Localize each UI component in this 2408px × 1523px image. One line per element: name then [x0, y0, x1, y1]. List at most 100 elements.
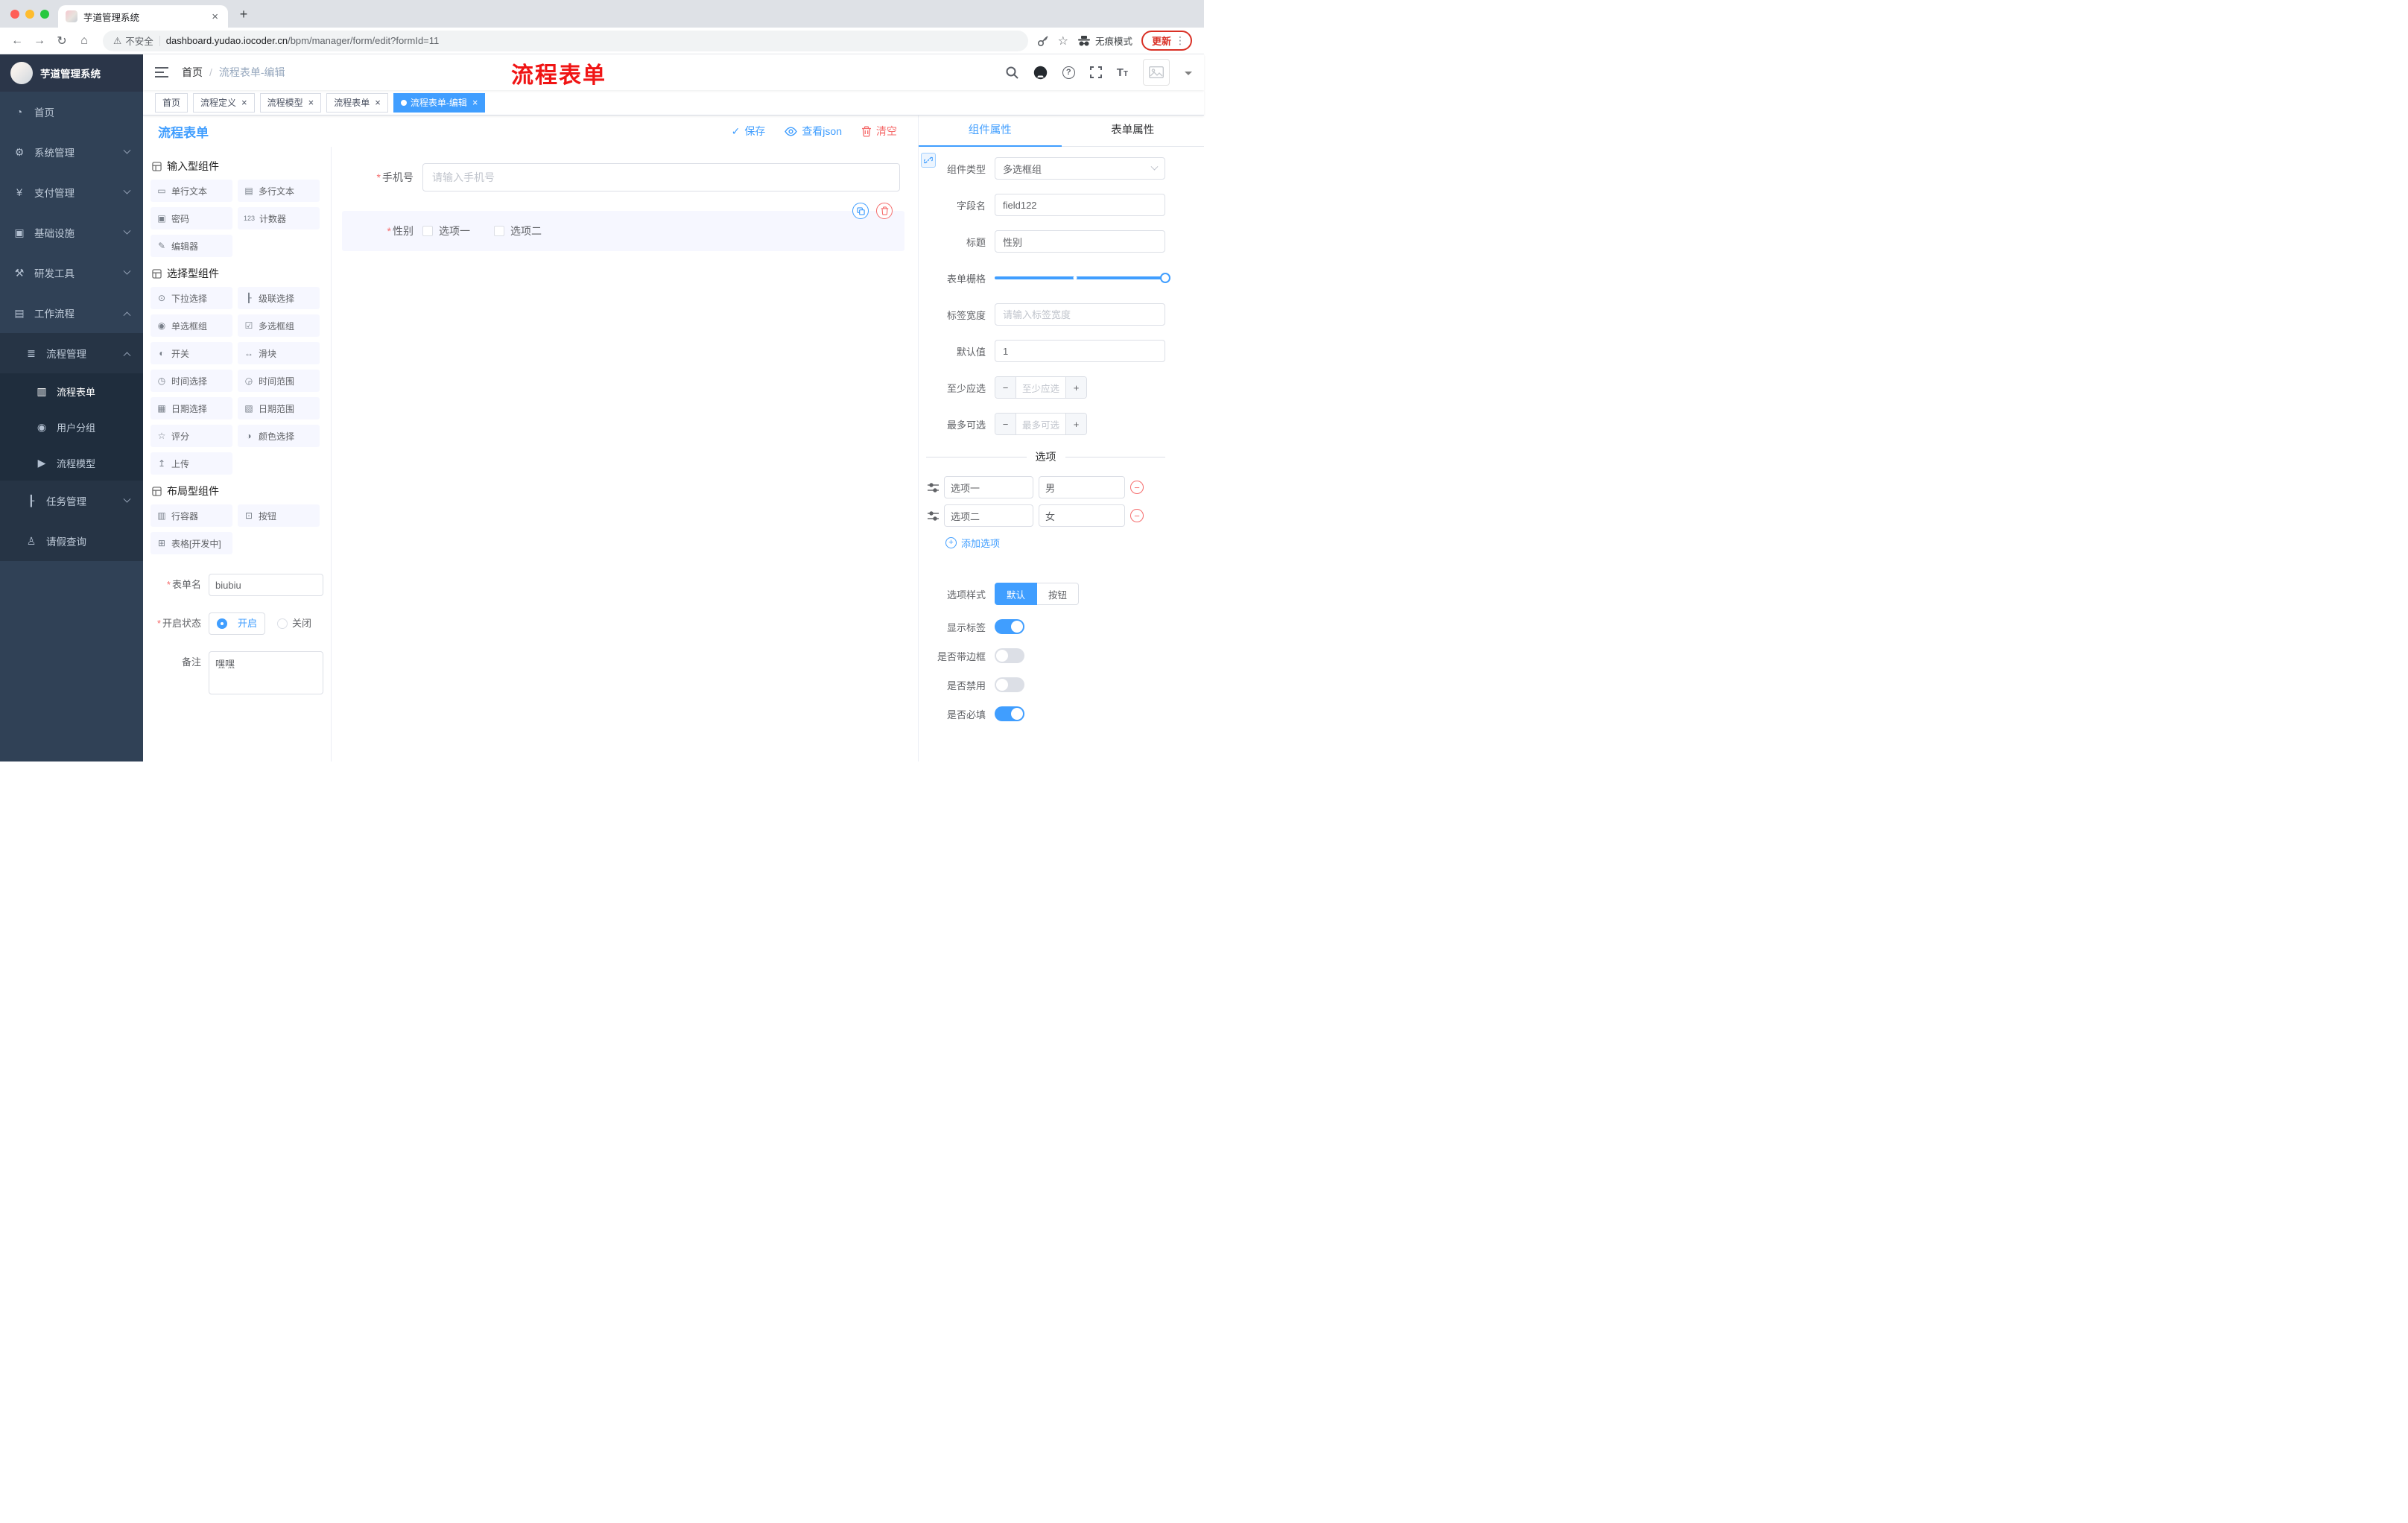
sidebar-item-workflow[interactable]: ▤ 工作流程 — [0, 293, 143, 333]
palette-item-time-range[interactable]: ◶ 时间范围 — [238, 370, 320, 392]
tag-home[interactable]: 首页 — [155, 92, 188, 113]
stepper-value[interactable]: 至少应选 — [1016, 377, 1065, 398]
palette-item-counter[interactable]: 123 计数器 — [238, 207, 320, 229]
link-icon[interactable] — [921, 153, 936, 168]
github-icon[interactable] — [1033, 66, 1048, 80]
form-remark-textarea[interactable]: 嘿嘿 — [209, 651, 323, 694]
style-default-button[interactable]: 默认 — [995, 583, 1038, 605]
label-width-input[interactable] — [995, 303, 1165, 326]
slider-handle[interactable] — [1160, 273, 1170, 283]
drag-handle-icon[interactable] — [928, 510, 939, 521]
tag-process-definition[interactable]: 流程定义 × — [193, 92, 255, 113]
palette-item-password[interactable]: ▣ 密码 — [150, 207, 232, 229]
clear-button[interactable]: 清空 — [861, 124, 897, 139]
sidebar-item-payment[interactable]: ¥ 支付管理 — [0, 172, 143, 212]
key-icon[interactable] — [1037, 35, 1049, 47]
decrease-button[interactable]: − — [995, 414, 1016, 434]
tab-component-props[interactable]: 组件属性 — [919, 115, 1062, 147]
tag-close-icon[interactable]: × — [241, 98, 247, 107]
title-input[interactable] — [995, 230, 1165, 253]
forward-button[interactable]: → — [30, 31, 49, 51]
chrome-update-button[interactable]: 更新 ⋮ — [1141, 31, 1192, 51]
tag-close-icon[interactable]: × — [472, 98, 478, 107]
option-label-input[interactable] — [944, 504, 1033, 527]
palette-item-color-picker[interactable]: ◑ 颜色选择 — [238, 425, 320, 447]
palette-item-time-picker[interactable]: ◷ 时间选择 — [150, 370, 232, 392]
tab-form-props[interactable]: 表单属性 — [1062, 115, 1205, 146]
option-value-input[interactable] — [1039, 504, 1125, 527]
option-label-input[interactable] — [944, 476, 1033, 498]
add-option-button[interactable]: + 添加选项 — [945, 536, 1165, 550]
window-close-button[interactable] — [10, 10, 19, 19]
fullscreen-icon[interactable] — [1089, 66, 1102, 78]
status-radio-off[interactable]: 关闭 — [276, 612, 311, 635]
remove-option-button[interactable]: − — [1130, 481, 1144, 494]
window-zoom-button[interactable] — [40, 10, 49, 19]
phone-input[interactable] — [422, 163, 900, 191]
palette-item-upload[interactable]: ↥ 上传 — [150, 452, 232, 475]
sidebar-item-process-form[interactable]: ▥ 流程表单 — [0, 373, 143, 409]
browser-tab[interactable]: 芋道管理系统 × — [58, 5, 228, 28]
component-type-select[interactable]: 多选框组 — [995, 157, 1165, 180]
status-radio-on[interactable]: 开启 — [209, 612, 265, 635]
field-phone[interactable]: * 手机号 — [342, 163, 907, 191]
view-json-button[interactable]: 查看json — [785, 124, 842, 139]
sidebar-item-home[interactable]: ◔ 首页 — [0, 92, 143, 132]
sidebar-item-process-model[interactable]: ▶ 流程模型 — [0, 445, 143, 481]
option-value-input[interactable] — [1039, 476, 1125, 498]
checkbox-option-1[interactable]: 选项一 — [422, 224, 470, 238]
app-logo[interactable]: 芋道管理系统 — [0, 54, 143, 92]
field-name-input[interactable] — [995, 194, 1165, 216]
palette-item-table[interactable]: ⊞ 表格[开发中] — [150, 532, 232, 554]
sidebar-item-process-management[interactable]: ≣ 流程管理 — [0, 333, 143, 373]
sidebar-item-infrastructure[interactable]: ▣ 基础设施 — [0, 212, 143, 253]
remove-option-button[interactable]: − — [1130, 509, 1144, 522]
avatar[interactable] — [1143, 59, 1170, 86]
save-button[interactable]: ✓ 保存 — [732, 124, 766, 139]
search-icon[interactable] — [1006, 66, 1018, 79]
copy-widget-button[interactable] — [852, 203, 869, 219]
tag-process-model[interactable]: 流程模型 × — [259, 92, 322, 113]
back-button[interactable]: ← — [7, 31, 27, 51]
sidebar-item-leave-query[interactable]: ♙ 请假查询 — [0, 521, 143, 561]
border-toggle[interactable] — [995, 648, 1024, 663]
palette-item-slider[interactable]: ↔ 滑块 — [238, 342, 320, 364]
slider-track[interactable] — [995, 276, 1165, 280]
tag-process-form-edit[interactable]: 流程表单-编辑 × — [393, 92, 486, 113]
required-toggle[interactable] — [995, 706, 1024, 721]
tag-close-icon[interactable]: × — [375, 98, 381, 107]
palette-item-cascader[interactable]: ┠ 级联选择 — [238, 287, 320, 309]
bookmark-star-icon[interactable]: ☆ — [1058, 34, 1068, 48]
decrease-button[interactable]: − — [995, 377, 1016, 398]
grid-slider[interactable] — [995, 267, 1170, 289]
field-gender-selected[interactable]: * 性别 选项一 选项二 — [342, 203, 904, 251]
sidebar-item-system[interactable]: ⚙ 系统管理 — [0, 132, 143, 172]
address-bar[interactable]: ⚠ 不安全 dashboard.yudao.iocoder.cn/bpm/man… — [103, 30, 1028, 51]
security-indicator[interactable]: ⚠ 不安全 — [113, 34, 153, 48]
palette-item-radio-group[interactable]: ◉ 单选框组 — [150, 314, 232, 337]
tab-close-icon[interactable]: × — [209, 10, 221, 23]
palette-item-checkbox-group[interactable]: ☑ 多选框组 — [238, 314, 320, 337]
checkbox-option-2[interactable]: 选项二 — [494, 224, 542, 238]
delete-widget-button[interactable] — [876, 203, 893, 219]
palette-item-rate[interactable]: ☆ 评分 — [150, 425, 232, 447]
sidebar-item-devtools[interactable]: ⚒ 研发工具 — [0, 253, 143, 293]
show-label-toggle[interactable] — [995, 619, 1024, 634]
tag-close-icon[interactable]: × — [308, 98, 314, 107]
form-name-input[interactable] — [209, 574, 323, 596]
menu-dots-icon[interactable]: ⋮ — [1175, 34, 1185, 47]
hamburger-icon[interactable] — [155, 66, 168, 78]
palette-item-textarea[interactable]: ▤ 多行文本 — [238, 180, 320, 202]
tag-process-form[interactable]: 流程表单 × — [326, 92, 388, 113]
palette-item-date-range[interactable]: ▧ 日期范围 — [238, 397, 320, 419]
disabled-toggle[interactable] — [995, 677, 1024, 692]
window-minimize-button[interactable] — [25, 10, 34, 19]
font-size-icon[interactable]: TT — [1117, 66, 1128, 79]
home-button[interactable]: ⌂ — [75, 31, 94, 51]
help-icon[interactable]: ? — [1062, 66, 1075, 79]
palette-item-button[interactable]: ⊡ 按钮 — [238, 504, 320, 527]
style-button-button[interactable]: 按钮 — [1037, 583, 1080, 605]
palette-item-date-picker[interactable]: ▦ 日期选择 — [150, 397, 232, 419]
drag-handle-icon[interactable] — [928, 482, 939, 493]
palette-item-row-container[interactable]: ▥ 行容器 — [150, 504, 232, 527]
